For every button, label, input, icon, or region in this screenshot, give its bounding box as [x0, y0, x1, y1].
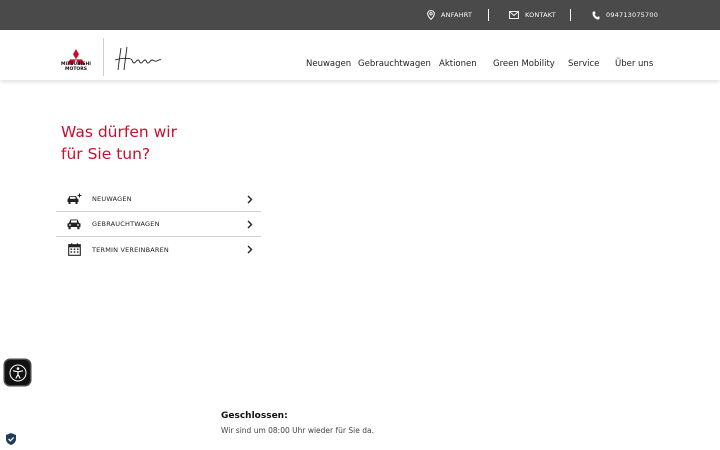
accessibility-button[interactable] [5, 360, 30, 385]
chevron-right-icon [245, 195, 255, 204]
nav-green-mobility[interactable]: Green Mobility [493, 59, 555, 71]
phone-icon [592, 11, 600, 19]
opening-status-text: Wir sind um 08:00 Uhr wieder für Sie da. [221, 426, 374, 435]
menu-item-appointment[interactable]: TERMIN VEREINBAREN [56, 237, 261, 262]
menu-item-label: GEBRAUCHTWAGEN [92, 220, 160, 228]
nav-new-cars[interactable]: Neuwagen [306, 59, 351, 71]
calendar-icon [66, 243, 82, 257]
phone-link[interactable]: 094713075700 [592, 0, 658, 30]
contact-link[interactable]: KONTAKT [509, 0, 556, 30]
nav-used-cars[interactable]: Gebrauchtwagen [358, 59, 431, 71]
quick-links-menu: NEUWAGEN GEBRAUCHTWAGEN TERMIN VEREINBAR… [56, 187, 261, 262]
car-icon [66, 217, 82, 231]
contact-label: KONTAKT [525, 11, 556, 19]
phone-label: 094713075700 [606, 11, 659, 19]
nav-about[interactable]: Über uns [615, 59, 653, 71]
hero-title-line2: für Sie tun? [61, 145, 151, 163]
directions-label: ANFAHRT [441, 11, 473, 19]
top-bar: ANFAHRT KONTAKT 094713075700 [0, 0, 720, 30]
logo-text-line2: MOTORS [65, 67, 87, 72]
new-car-icon [66, 192, 82, 206]
logo-wordmark: MITSUBISHI MOTORS [60, 62, 92, 72]
topbar-divider [488, 9, 489, 21]
envelope-icon [509, 11, 519, 19]
chevron-right-icon [245, 245, 255, 254]
directions-link[interactable]: ANFAHRT [427, 0, 472, 30]
logo-divider [103, 38, 104, 76]
menu-item-new-cars[interactable]: NEUWAGEN [56, 187, 261, 212]
location-pin-icon [427, 10, 435, 20]
hero-title: Was dürfen wir für Sie tun? [61, 121, 177, 165]
privacy-shield-icon[interactable] [4, 432, 18, 446]
nav-promotions[interactable]: Aktionen [439, 59, 477, 71]
opening-status-title: Geschlossen: [221, 411, 288, 421]
chevron-right-icon [245, 220, 255, 229]
main-header [0, 30, 720, 80]
menu-item-label: TERMIN VEREINBAREN [92, 245, 169, 254]
topbar-divider [570, 9, 571, 21]
menu-item-label: NEUWAGEN [92, 195, 132, 203]
dealer-signature-logo[interactable] [113, 44, 163, 74]
menu-item-used-cars[interactable]: GEBRAUCHTWAGEN [56, 212, 261, 237]
accessibility-icon [9, 364, 26, 381]
hero-title-line1: Was dürfen wir [61, 123, 177, 141]
nav-service[interactable]: Service [568, 59, 599, 71]
